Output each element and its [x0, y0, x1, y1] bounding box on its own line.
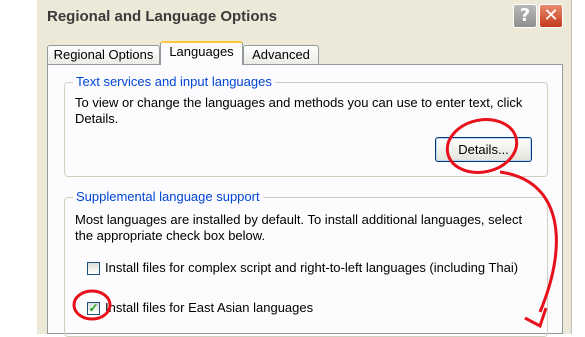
title-bar[interactable]: Regional and Language Options ? ✕ [37, 0, 571, 33]
dialog-title: Regional and Language Options [47, 8, 278, 25]
east-asian-label: Install files for East Asian languages [105, 300, 314, 315]
help-button[interactable]: ? [513, 4, 537, 28]
text-services-group: Text services and input languages To vie… [64, 74, 548, 177]
tab-regional-options[interactable]: Regional Options [47, 45, 160, 64]
close-button[interactable]: ✕ [539, 4, 563, 28]
regional-language-dialog: Regional and Language Options ? ✕ Region… [37, 0, 572, 337]
supplemental-description: Most languages are installed by default.… [75, 212, 523, 243]
tab-advanced[interactable]: Advanced [243, 45, 319, 64]
text-services-legend: Text services and input languages [73, 74, 275, 89]
text-services-description: To view or change the languages and meth… [75, 95, 523, 126]
languages-panel: Text services and input languages To vie… [47, 64, 563, 337]
supplemental-group: Supplemental language support Most langu… [64, 189, 548, 337]
complex-script-label: Install files for complex script and rig… [105, 260, 519, 275]
tab-languages[interactable]: Languages [160, 41, 243, 65]
complex-script-checkbox[interactable] [87, 262, 100, 275]
east-asian-checkbox[interactable]: ✓ [87, 302, 100, 315]
supplemental-legend: Supplemental language support [73, 189, 263, 204]
details-button[interactable]: Details... [435, 137, 532, 162]
